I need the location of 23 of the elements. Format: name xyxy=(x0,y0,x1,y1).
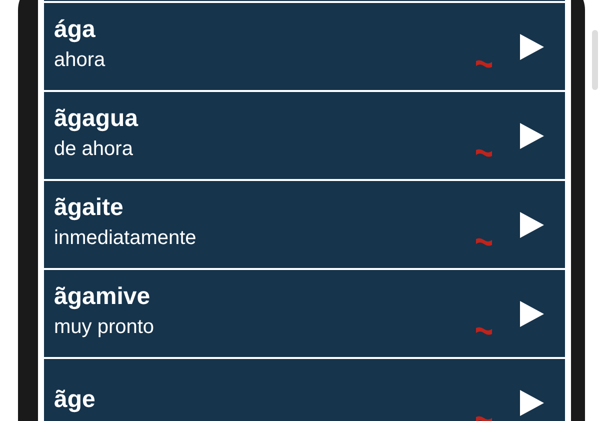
word-text: ãgagua xyxy=(54,104,140,134)
play-icon[interactable] xyxy=(519,300,545,328)
play-icon[interactable] xyxy=(519,122,545,150)
flag-icon xyxy=(475,148,493,158)
word-list-item[interactable]: ãgamive muy pronto xyxy=(44,270,565,357)
flag-icon xyxy=(475,326,493,336)
word-list-item[interactable]: ága ahora xyxy=(44,3,565,90)
word-text: ága xyxy=(54,14,96,44)
translation-text: ahora xyxy=(54,48,106,72)
word-list-item[interactable]: ãge xyxy=(44,359,565,421)
word-list-item[interactable]: ãgaite inmediatamente xyxy=(44,181,565,268)
word-text: ãge xyxy=(54,384,96,414)
word-text: ãgamive xyxy=(54,282,152,312)
flag-icon xyxy=(475,58,493,68)
play-icon[interactable] xyxy=(519,32,545,60)
translation-text: inmediatamente xyxy=(54,226,198,250)
flag-icon xyxy=(475,236,493,246)
play-icon[interactable] xyxy=(519,388,545,416)
translation-text: de ahora xyxy=(54,136,134,162)
word-list-item[interactable]: ãgagua de ahora xyxy=(44,92,565,179)
word-text: ãgaite xyxy=(54,192,124,222)
translation-text: muy pronto xyxy=(54,314,156,340)
play-icon[interactable] xyxy=(519,210,545,238)
